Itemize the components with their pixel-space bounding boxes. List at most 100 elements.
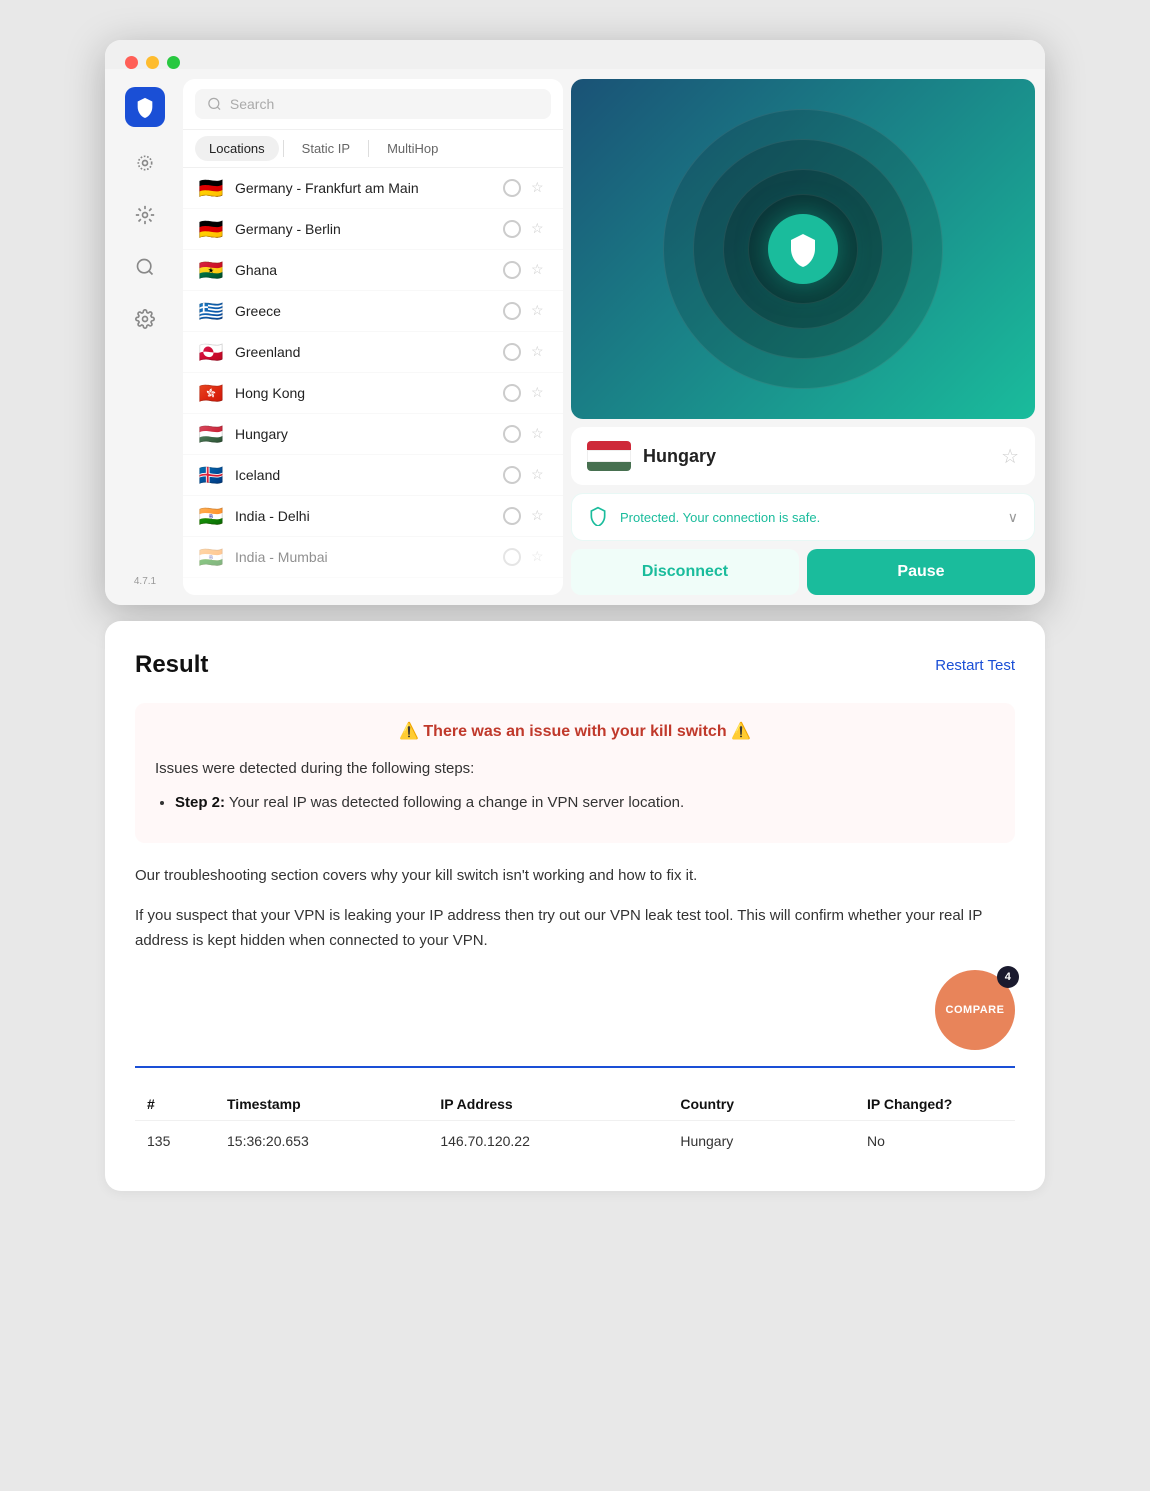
flag-hong-kong: 🇭🇰: [197, 383, 225, 403]
title-bar: [105, 40, 1045, 69]
result-header: Result Restart Test: [135, 651, 1015, 679]
radio-greece[interactable]: [503, 302, 521, 320]
maximize-button[interactable]: [167, 56, 180, 69]
tab-static-ip[interactable]: Static IP: [288, 136, 364, 161]
status-text: Protected. Your connection is safe.: [620, 510, 998, 525]
vpn-visual: [571, 79, 1035, 419]
list-item[interactable]: 🇭🇺 Hungary ☆: [183, 414, 563, 455]
location-name: Iceland: [235, 467, 493, 483]
compare-wrapper: 4 COMPARE: [135, 970, 1015, 1050]
location-name: Greece: [235, 303, 493, 319]
flag-greenland: 🇬🇱: [197, 342, 225, 362]
col-header-ip: IP Address: [428, 1088, 668, 1121]
radio-germany-berlin[interactable]: [503, 220, 521, 238]
result-section: Result Restart Test ⚠️ There was an issu…: [105, 621, 1045, 1191]
location-panel: Locations Static IP MultiHop 🇩🇪 Germany …: [183, 79, 563, 595]
sidebar-settings-icon[interactable]: [129, 199, 161, 231]
radio-india-mumbai[interactable]: [503, 548, 521, 566]
flag-iceland: 🇮🇸: [197, 465, 225, 485]
action-buttons: Disconnect Pause: [571, 549, 1035, 595]
sidebar: 4.7.1: [115, 79, 175, 595]
minimize-button[interactable]: [146, 56, 159, 69]
star-india-delhi[interactable]: ☆: [531, 507, 549, 525]
list-item[interactable]: 🇩🇪 Germany - Frankfurt am Main ☆: [183, 168, 563, 209]
alert-box: ⚠️ There was an issue with your kill swi…: [135, 703, 1015, 843]
star-hungary[interactable]: ☆: [531, 425, 549, 443]
expand-chevron[interactable]: ∨: [1008, 509, 1018, 526]
star-india-mumbai[interactable]: ☆: [531, 548, 549, 566]
radio-hungary[interactable]: [503, 425, 521, 443]
star-hong-kong[interactable]: ☆: [531, 384, 549, 402]
star-greenland[interactable]: ☆: [531, 343, 549, 361]
vpn-app-content: 4.7.1 Locations Static IP: [105, 69, 1045, 605]
location-name: Ghana: [235, 262, 493, 278]
sidebar-privacy-icon[interactable]: [129, 147, 161, 179]
status-bar: Protected. Your connection is safe. ∨: [571, 493, 1035, 541]
list-item[interactable]: 🇩🇪 Germany - Berlin ☆: [183, 209, 563, 250]
list-item[interactable]: 🇮🇳 India - Mumbai ☆: [183, 537, 563, 578]
list-item[interactable]: 🇮🇳 India - Delhi ☆: [183, 496, 563, 537]
flag-germany-berlin: 🇩🇪: [197, 219, 225, 239]
vpn-logo: [768, 214, 838, 284]
connected-card: Hungary ☆: [571, 427, 1035, 485]
cell-num: 135: [135, 1120, 215, 1161]
restart-test-link[interactable]: Restart Test: [935, 657, 1015, 674]
star-greece[interactable]: ☆: [531, 302, 549, 320]
version-label: 4.7.1: [134, 576, 156, 587]
list-item[interactable]: 🇮🇸 Iceland ☆: [183, 455, 563, 496]
radio-germany-frankfurt[interactable]: [503, 179, 521, 197]
star-germany-berlin[interactable]: ☆: [531, 220, 549, 238]
list-item[interactable]: 🇬🇱 Greenland ☆: [183, 332, 563, 373]
radio-ghana[interactable]: [503, 261, 521, 279]
compare-button[interactable]: 4 COMPARE: [935, 970, 1015, 1050]
table-divider: [135, 1066, 1015, 1068]
location-name: Greenland: [235, 344, 493, 360]
vpn-window: 4.7.1 Locations Static IP: [105, 40, 1045, 605]
flag-ghana: 🇬🇭: [197, 260, 225, 280]
alert-title: ⚠️ There was an issue with your kill swi…: [155, 721, 995, 741]
favorite-star[interactable]: ☆: [1001, 444, 1019, 469]
list-item[interactable]: 🇬🇭 Ghana ☆: [183, 250, 563, 291]
hungary-flag: [587, 441, 631, 471]
radio-hong-kong[interactable]: [503, 384, 521, 402]
app-logo[interactable]: [125, 87, 165, 127]
tab-divider-2: [368, 140, 369, 157]
search-icon: [207, 96, 222, 112]
col-header-num: #: [135, 1088, 215, 1121]
search-input-wrapper[interactable]: [195, 89, 551, 119]
flag-india-delhi: 🇮🇳: [197, 506, 225, 526]
radio-india-delhi[interactable]: [503, 507, 521, 525]
result-body-1: Our troubleshooting section covers why y…: [135, 863, 1015, 889]
cell-country: Hungary: [668, 1120, 855, 1161]
star-ghana[interactable]: ☆: [531, 261, 549, 279]
cell-changed: No: [855, 1120, 1015, 1161]
radio-iceland[interactable]: [503, 466, 521, 484]
star-iceland[interactable]: ☆: [531, 466, 549, 484]
col-header-changed: IP Changed?: [855, 1088, 1015, 1121]
step-text: Your real IP was detected following a ch…: [229, 794, 684, 811]
flag-hungary: 🇭🇺: [197, 424, 225, 444]
tab-multihop[interactable]: MultiHop: [373, 136, 452, 161]
pause-button[interactable]: Pause: [807, 549, 1035, 595]
sidebar-search-icon[interactable]: [129, 251, 161, 283]
location-name: Germany - Berlin: [235, 221, 493, 237]
radio-greenland[interactable]: [503, 343, 521, 361]
search-bar: [183, 79, 563, 130]
alert-intro: Issues were detected during the followin…: [155, 757, 995, 781]
list-item[interactable]: 🇭🇰 Hong Kong ☆: [183, 373, 563, 414]
table-row: 135 15:36:20.653 146.70.120.22 Hungary N…: [135, 1120, 1015, 1161]
flag-greece: 🇬🇷: [197, 301, 225, 321]
list-item[interactable]: 🇬🇷 Greece ☆: [183, 291, 563, 332]
close-button[interactable]: [125, 56, 138, 69]
connected-country: Hungary: [643, 446, 989, 467]
result-title: Result: [135, 651, 208, 679]
sidebar-gear-icon[interactable]: [129, 303, 161, 335]
disconnect-button[interactable]: Disconnect: [571, 549, 799, 595]
location-name: India - Delhi: [235, 508, 493, 524]
location-list: 🇩🇪 Germany - Frankfurt am Main ☆ 🇩🇪 Germ…: [183, 168, 563, 595]
result-body-2: If you suspect that your VPN is leaking …: [135, 903, 1015, 954]
compare-badge: 4: [997, 966, 1019, 988]
tab-locations[interactable]: Locations: [195, 136, 279, 161]
star-germany-frankfurt[interactable]: ☆: [531, 179, 549, 197]
search-input[interactable]: [230, 96, 539, 112]
